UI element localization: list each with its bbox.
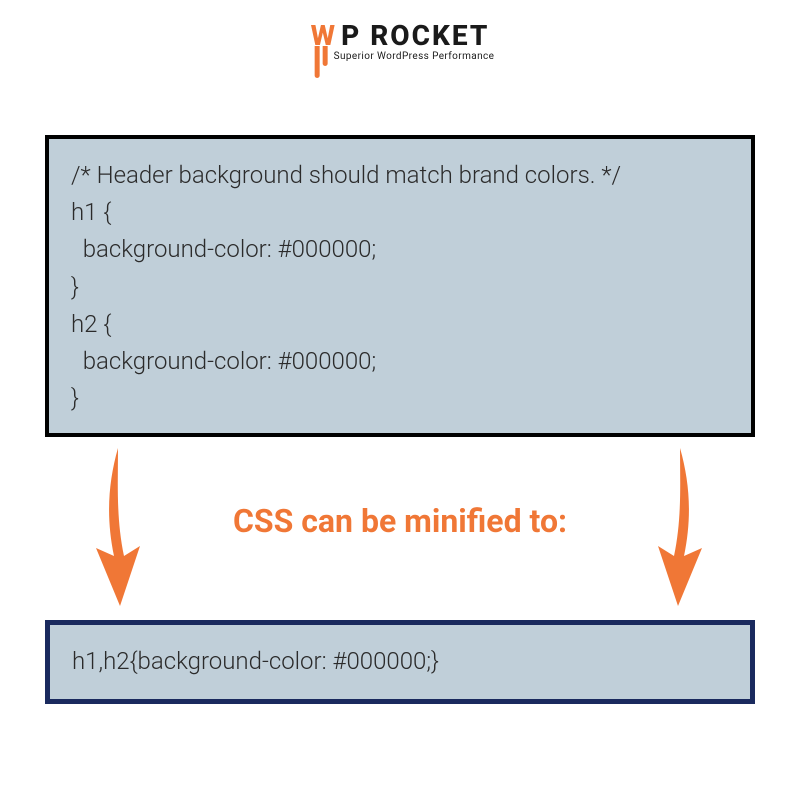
source-code-panel: /* Header background should match brand …: [45, 135, 755, 437]
arrow-down-icon: [88, 448, 148, 606]
brand-name: P ROCKET: [341, 22, 489, 50]
result-code-panel: h1,h2{background-color: #000000;}: [45, 620, 755, 704]
brand-drip-icon: [315, 46, 331, 76]
arrow-down-icon: [650, 448, 710, 606]
brand-logo-w: W: [311, 22, 339, 50]
minify-caption: CSS can be minified to:: [233, 502, 567, 540]
brand-logo: W P ROCKET Superior WordPress Performanc…: [306, 22, 495, 62]
brand-tagline: Superior WordPress Performance: [334, 52, 495, 62]
brand-wordmark: W P ROCKET: [311, 22, 490, 50]
